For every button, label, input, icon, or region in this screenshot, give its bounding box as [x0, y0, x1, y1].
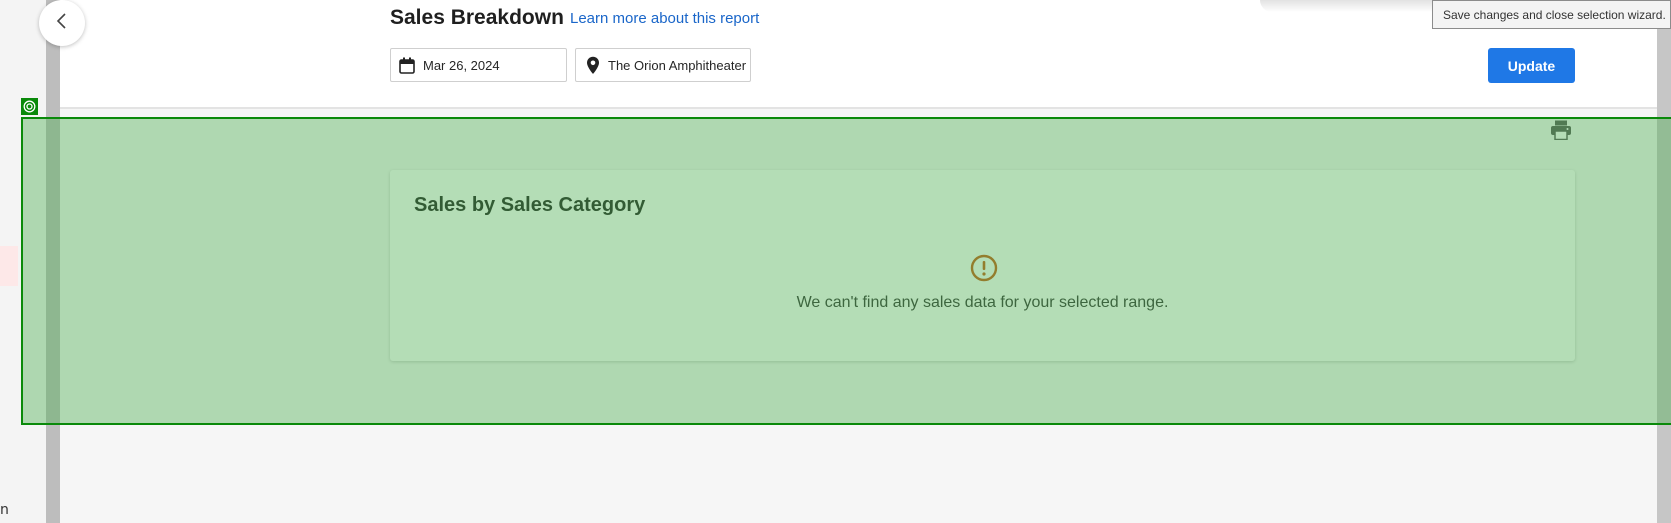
printer-icon[interactable]: [1550, 120, 1572, 144]
empty-state-message: We can't find any sales data for your se…: [796, 294, 1169, 311]
tooltip-shadow: [1260, 0, 1440, 12]
alert-circle-icon: [970, 254, 998, 286]
left-panel-text-fragment: n: [0, 502, 9, 518]
scrollbar[interactable]: [1657, 0, 1671, 523]
location-pin-icon: [586, 56, 600, 75]
calendar-icon: [399, 57, 415, 74]
back-button[interactable]: [39, 0, 85, 46]
update-button[interactable]: Update: [1488, 48, 1575, 83]
page-title: Sales Breakdown: [390, 6, 564, 29]
card-title: Sales by Sales Category: [414, 194, 646, 216]
sales-category-card: Sales by Sales Category We can't find an…: [390, 170, 1575, 361]
date-picker[interactable]: Mar 26, 2024: [390, 48, 567, 82]
chevron-left-icon: [55, 12, 69, 34]
venue-value: The Orion Amphitheater: [608, 57, 747, 73]
target-icon[interactable]: [21, 98, 38, 115]
learn-more-link[interactable]: Learn more about this report: [570, 10, 759, 27]
report-header: [60, 0, 1657, 109]
tooltip: Save changes and close selection wizard.: [1432, 0, 1671, 29]
date-value: Mar 26, 2024: [423, 57, 500, 73]
panel-divider: [46, 0, 60, 523]
venue-selector[interactable]: The Orion Amphitheater: [575, 48, 751, 82]
left-panel-highlight: [0, 246, 18, 286]
